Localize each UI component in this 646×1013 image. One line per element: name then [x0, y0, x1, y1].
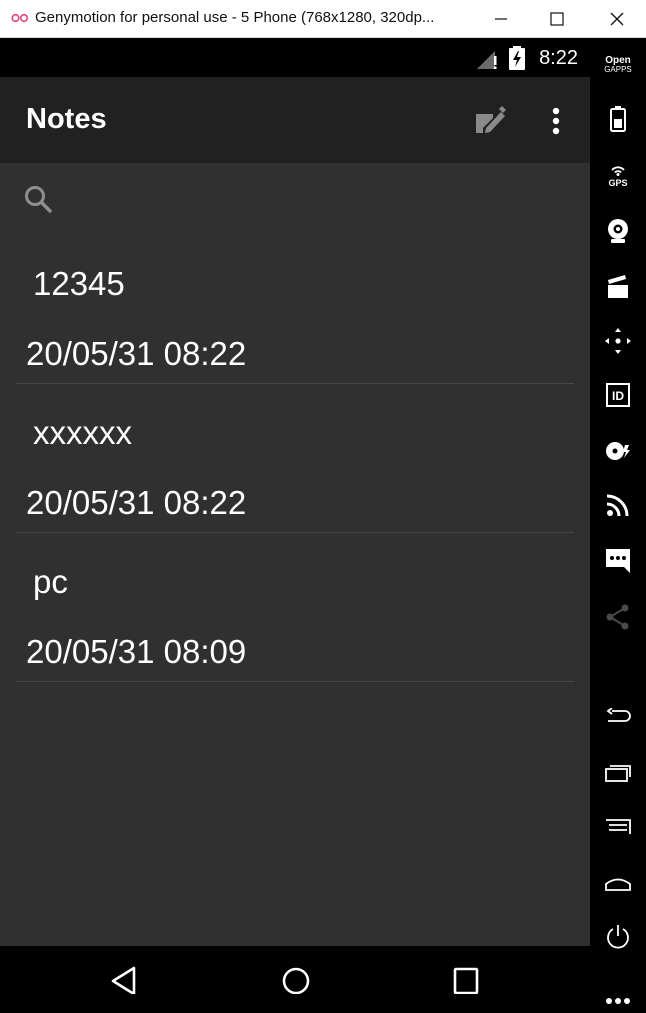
genymotion-logo-icon	[11, 13, 29, 23]
gps-icon: GPS	[608, 166, 628, 188]
opengapps-button[interactable]: Open GAPPS	[590, 43, 646, 87]
media-button[interactable]	[590, 265, 646, 309]
battery-charging-icon	[509, 46, 525, 70]
close-button[interactable]	[590, 0, 644, 38]
emulator-toolbar: Open GAPPS GPS ID	[590, 39, 646, 1004]
note-date: 20/05/31 08:22	[26, 335, 247, 372]
gps-label: GPS	[608, 178, 627, 188]
overflow-menu-button[interactable]	[540, 101, 572, 141]
opengapps-label-open: Open	[605, 55, 631, 66]
page-title: Notes	[26, 103, 107, 135]
home-icon	[605, 878, 631, 891]
disk-icon	[606, 442, 630, 460]
navigation-bar	[0, 946, 590, 994]
network-button[interactable]	[590, 483, 646, 527]
share-icon	[606, 604, 629, 630]
close-icon	[610, 12, 624, 26]
note-list-item[interactable]: xxxxxx 20/05/31 08:22	[16, 384, 574, 533]
note-list-item[interactable]: pc 20/05/31 08:09	[16, 533, 574, 682]
share-button[interactable]	[590, 595, 646, 639]
sidebar-recents-button[interactable]	[590, 751, 646, 795]
compose-icon	[476, 106, 506, 133]
menu-icon	[606, 819, 631, 834]
note-date: 20/05/31 08:22	[26, 484, 247, 521]
overflow-menu-icon	[552, 107, 560, 135]
id-label: ID	[612, 389, 624, 403]
nav-back-button[interactable]	[104, 966, 144, 994]
camera-icon	[608, 219, 628, 243]
identifiers-button[interactable]: ID	[590, 373, 646, 417]
note-list-item[interactable]: 12345 20/05/31 08:22	[16, 235, 574, 384]
nav-recents-button[interactable]	[446, 966, 486, 994]
home-icon	[282, 967, 310, 994]
back-icon	[111, 966, 136, 994]
media-icon	[608, 275, 628, 298]
rss-icon	[606, 494, 629, 517]
back-icon	[606, 708, 631, 722]
recents-icon	[605, 765, 631, 782]
note-title: 12345	[33, 265, 125, 302]
recents-icon	[453, 967, 479, 994]
gps-button[interactable]: GPS	[590, 153, 646, 197]
status-time: 8:22	[539, 47, 578, 69]
id-icon: ID	[606, 383, 630, 407]
window-titlebar: Genymotion for personal use - 5 Phone (7…	[0, 0, 646, 38]
more-button[interactable]	[590, 969, 646, 1013]
more-icon	[606, 998, 630, 1004]
camera-button[interactable]	[590, 209, 646, 253]
note-title: xxxxxx	[33, 414, 132, 451]
maximize-button[interactable]	[530, 0, 584, 38]
phone-screen: 8:22 Notes 12345 20/05/31 08:22 xxxxxx 2…	[0, 39, 590, 994]
signal-icon	[477, 51, 497, 69]
status-bar: 8:22	[0, 39, 590, 77]
sidebar-back-button[interactable]	[590, 695, 646, 739]
power-button[interactable]	[590, 915, 646, 959]
window-title: Genymotion for personal use - 5 Phone (7…	[35, 9, 435, 26]
dpad-button[interactable]	[590, 319, 646, 363]
sidebar-menu-button[interactable]	[590, 805, 646, 849]
power-icon	[607, 925, 629, 949]
minimize-button[interactable]	[474, 0, 528, 38]
maximize-icon	[550, 12, 564, 26]
dpad-icon	[605, 328, 631, 354]
search-bar	[0, 163, 590, 235]
search-icon	[25, 186, 52, 213]
disk-io-button[interactable]	[590, 429, 646, 473]
battery-button[interactable]	[590, 97, 646, 141]
opengapps-icon: Open GAPPS	[604, 55, 632, 75]
sidebar-home-button[interactable]	[590, 861, 646, 905]
opengapps-label-gapps: GAPPS	[604, 65, 632, 74]
sms-button[interactable]	[590, 539, 646, 583]
search-input[interactable]	[64, 177, 564, 221]
note-date: 20/05/31 08:09	[26, 633, 247, 670]
compose-button[interactable]	[470, 101, 510, 141]
note-list: 12345 20/05/31 08:22 xxxxxx 20/05/31 08:…	[0, 235, 590, 682]
minimize-icon	[495, 18, 507, 20]
notes-content: 12345 20/05/31 08:22 xxxxxx 20/05/31 08:…	[0, 163, 590, 946]
battery-icon	[610, 106, 626, 132]
sms-icon	[606, 549, 630, 573]
action-bar: Notes	[0, 77, 590, 163]
nav-home-button[interactable]	[276, 966, 316, 994]
note-title: pc	[33, 563, 68, 600]
